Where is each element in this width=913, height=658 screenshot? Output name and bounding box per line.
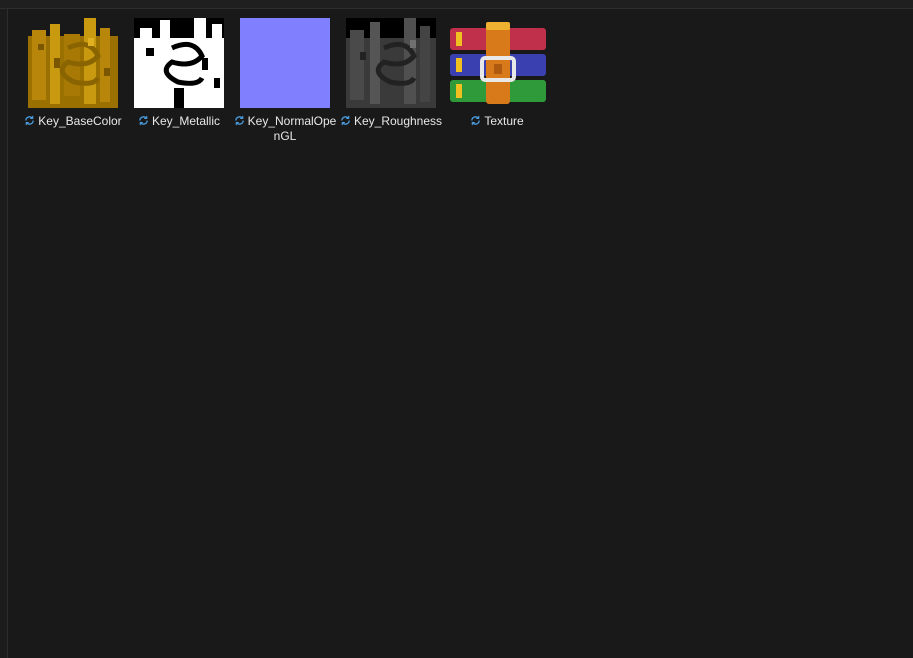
texture-basecolor-thumbnail <box>28 18 118 108</box>
navigation-pane-edge[interactable] <box>0 9 8 658</box>
file-name-label: Key_Roughness <box>353 114 443 128</box>
file-explorer-window: Key_BaseColor Key_Metallic Key_NormalOpe… <box>0 0 913 658</box>
sync-icon <box>234 115 244 126</box>
file-item-key-roughness[interactable]: Key_Roughness <box>338 14 444 149</box>
texture-normal-thumbnail <box>240 18 330 108</box>
file-name-label: Key_Metallic <box>151 114 221 128</box>
file-name-label: Key_BaseColor <box>38 114 122 128</box>
file-item-texture-archive[interactable]: Texture <box>444 14 550 149</box>
file-name-label: Key_NormalOpenGL <box>247 114 337 143</box>
winrar-archive-icon <box>450 18 546 108</box>
sync-icon <box>471 115 481 126</box>
file-item-key-normalopengl[interactable]: Key_NormalOpenGL <box>232 14 338 149</box>
file-item-key-basecolor[interactable]: Key_BaseColor <box>20 14 126 149</box>
texture-metallic-thumbnail <box>134 18 224 108</box>
file-item-key-metallic[interactable]: Key_Metallic <box>126 14 232 149</box>
sync-icon <box>139 115 148 126</box>
file-name-label: Texture <box>484 114 524 128</box>
toolbar-edge <box>0 0 913 9</box>
sync-icon <box>25 115 35 126</box>
texture-roughness-thumbnail <box>346 18 436 108</box>
sync-icon <box>341 115 350 126</box>
